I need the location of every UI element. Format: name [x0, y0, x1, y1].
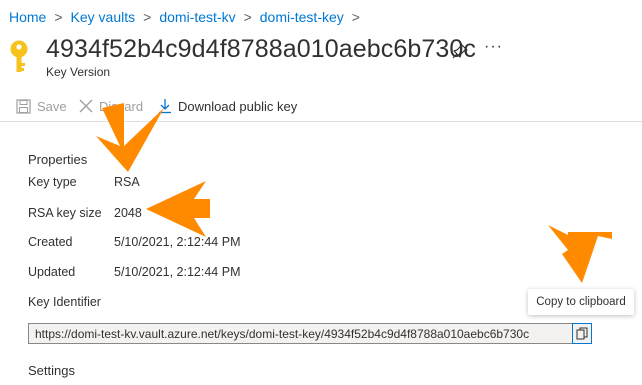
breadcrumb-separator: > — [243, 9, 252, 25]
breadcrumb-home[interactable]: Home — [9, 9, 46, 25]
pin-icon[interactable] — [451, 42, 469, 60]
key-icon — [10, 40, 28, 72]
copy-icon — [576, 327, 588, 340]
key-identifier-label: Key Identifier — [28, 295, 101, 309]
property-label-rsa-key-size: RSA key size — [28, 206, 102, 220]
key-identifier-field[interactable]: https://domi-test-kv.vault.azure.net/key… — [28, 323, 592, 344]
property-value-rsa-key-size: 2048 — [114, 206, 142, 220]
property-value-updated: 5/10/2021, 2:12:44 PM — [114, 265, 241, 279]
download-icon — [159, 99, 171, 114]
breadcrumb-key[interactable]: domi-test-key — [260, 9, 344, 25]
save-icon — [16, 98, 31, 114]
breadcrumb: Home > Key vaults > domi-test-kv > domi-… — [9, 9, 368, 25]
settings-heading: Settings — [28, 363, 75, 378]
page-title: 4934f52b4c9d4f8788a010aebc6b730c — [46, 35, 476, 63]
more-options-icon[interactable]: ··· — [484, 38, 503, 56]
save-button[interactable]: Save — [16, 96, 67, 116]
page-subtitle: Key Version — [46, 65, 111, 79]
property-value-created: 5/10/2021, 2:12:44 PM — [114, 235, 241, 249]
copy-to-clipboard-button[interactable] — [572, 323, 592, 344]
breadcrumb-key-vaults[interactable]: Key vaults — [71, 9, 136, 25]
annotation-arrow-left-key-size — [146, 181, 210, 237]
download-label: Download public key — [178, 98, 298, 114]
breadcrumb-separator: > — [143, 9, 152, 25]
copy-tooltip: Copy to clipboard — [528, 289, 634, 315]
annotation-arrow-down-copy — [548, 225, 612, 283]
properties-heading: Properties — [28, 152, 88, 167]
breadcrumb-vault[interactable]: domi-test-kv — [159, 9, 235, 25]
discard-icon — [79, 99, 93, 113]
property-label-key-type: Key type — [28, 175, 77, 189]
discard-label: Discard — [99, 98, 144, 114]
property-value-key-type: RSA — [114, 175, 140, 189]
breadcrumb-separator: > — [54, 9, 63, 25]
property-label-created: Created — [28, 235, 73, 249]
breadcrumb-separator: > — [351, 9, 360, 25]
discard-button[interactable]: Discard — [79, 96, 143, 116]
save-label: Save — [37, 98, 67, 114]
download-public-key-button[interactable]: Download public key — [158, 96, 297, 116]
property-label-updated: Updated — [28, 265, 76, 279]
toolbar-divider — [0, 121, 642, 122]
